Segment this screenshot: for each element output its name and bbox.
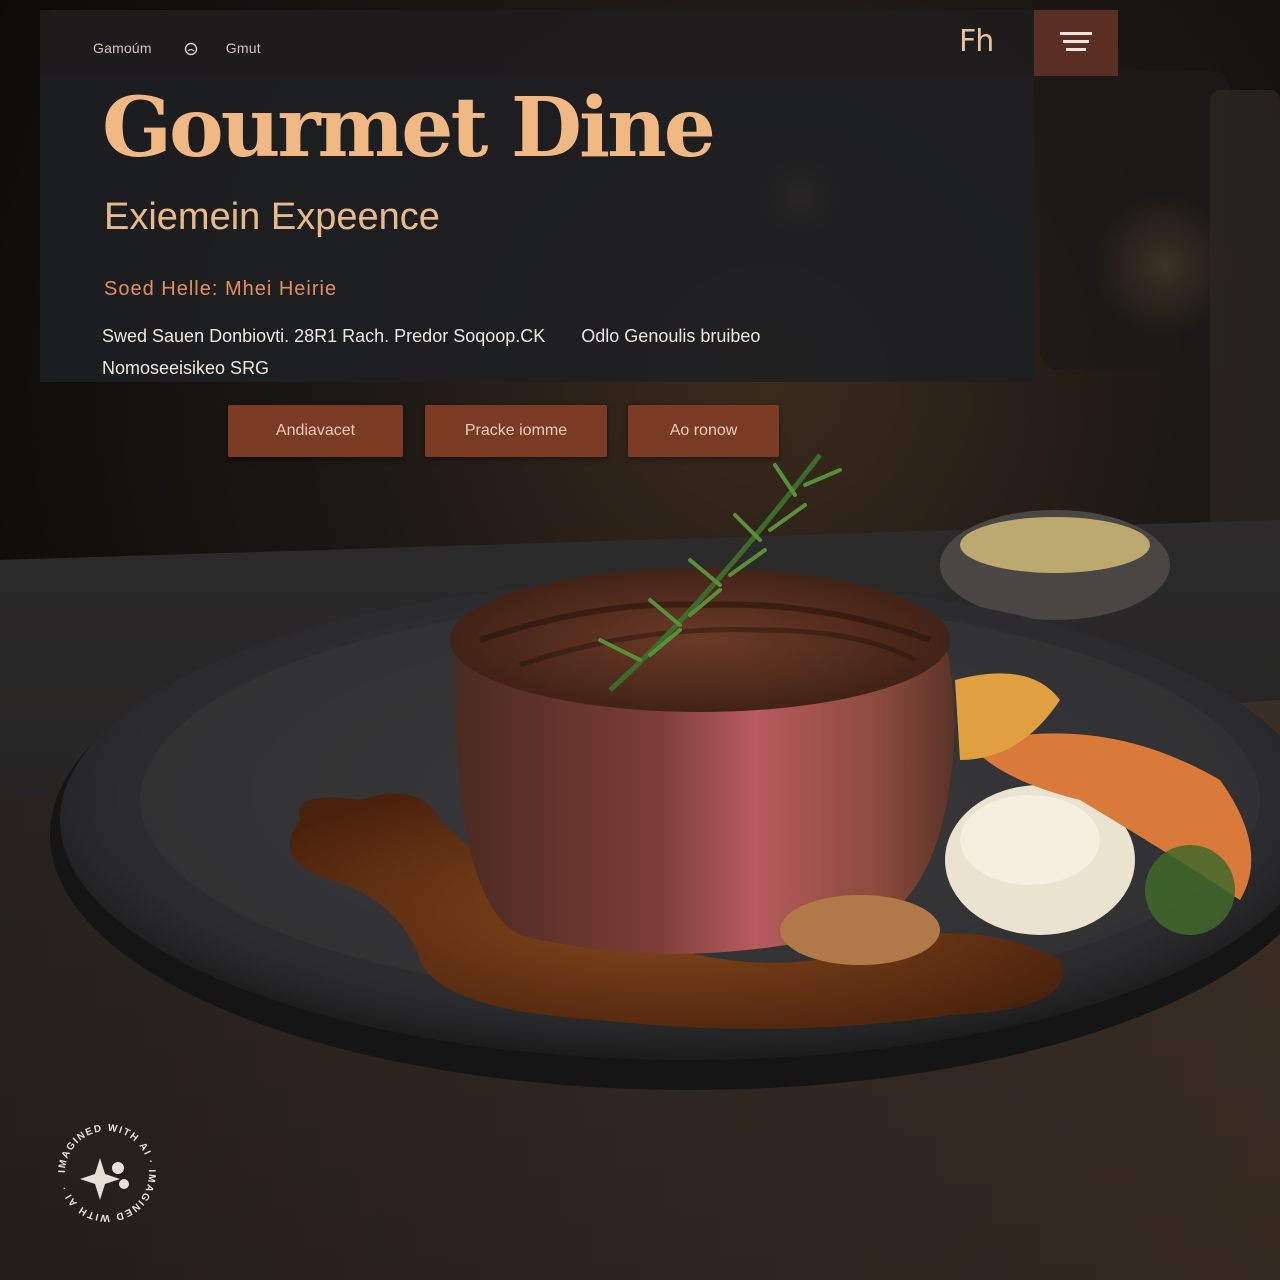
- sparkle-icon: [80, 1158, 129, 1200]
- secondary-cta-button[interactable]: Pracke iomme: [425, 405, 607, 457]
- primary-cta-button[interactable]: Andiavacet: [228, 405, 403, 457]
- svg-text:IMAGINED WITH AI · IMAGINED WI: IMAGINED WITH AI · IMAGINED WITH AI ·: [57, 1123, 157, 1224]
- hero-panel: Gourmet Dine Exiemein Expeence Soed Hell…: [40, 76, 1034, 382]
- hero-subtitle: Exiemein Expeence: [104, 196, 440, 238]
- top-nav-bar: Gamoúm Gmut Fh: [40, 10, 1118, 76]
- circle-icon: [184, 42, 198, 56]
- tertiary-cta-button[interactable]: Ao ronow: [628, 405, 779, 457]
- hero-tagline: Soed Helle: Mhei Heirie: [104, 278, 338, 300]
- imagined-with-ai-badge: IMAGINED WITH AI · IMAGINED WITH AI ·: [52, 1118, 162, 1228]
- menu-button[interactable]: [1034, 10, 1118, 76]
- nav-link-1[interactable]: Gamoúm: [93, 40, 152, 56]
- brand-mark-button[interactable]: Fh: [959, 24, 994, 59]
- page-title: Gourmet Dine: [102, 80, 716, 176]
- hamburger-menu-icon: [1060, 30, 1092, 57]
- nav-links: Gamoúm Gmut: [93, 40, 261, 56]
- info-address: Swed Sauen Donbiovti. 28R1 Rach. Predor …: [102, 326, 546, 346]
- info-contact: Nomoseeisikeo SRG: [102, 358, 270, 378]
- hero-info: Swed Sauen Donbiovti. 28R1 Rach. Predor …: [102, 320, 1002, 384]
- info-hours: Odlo Genoulis bruibeo: [581, 326, 761, 346]
- nav-link-2[interactable]: Gmut: [226, 40, 261, 56]
